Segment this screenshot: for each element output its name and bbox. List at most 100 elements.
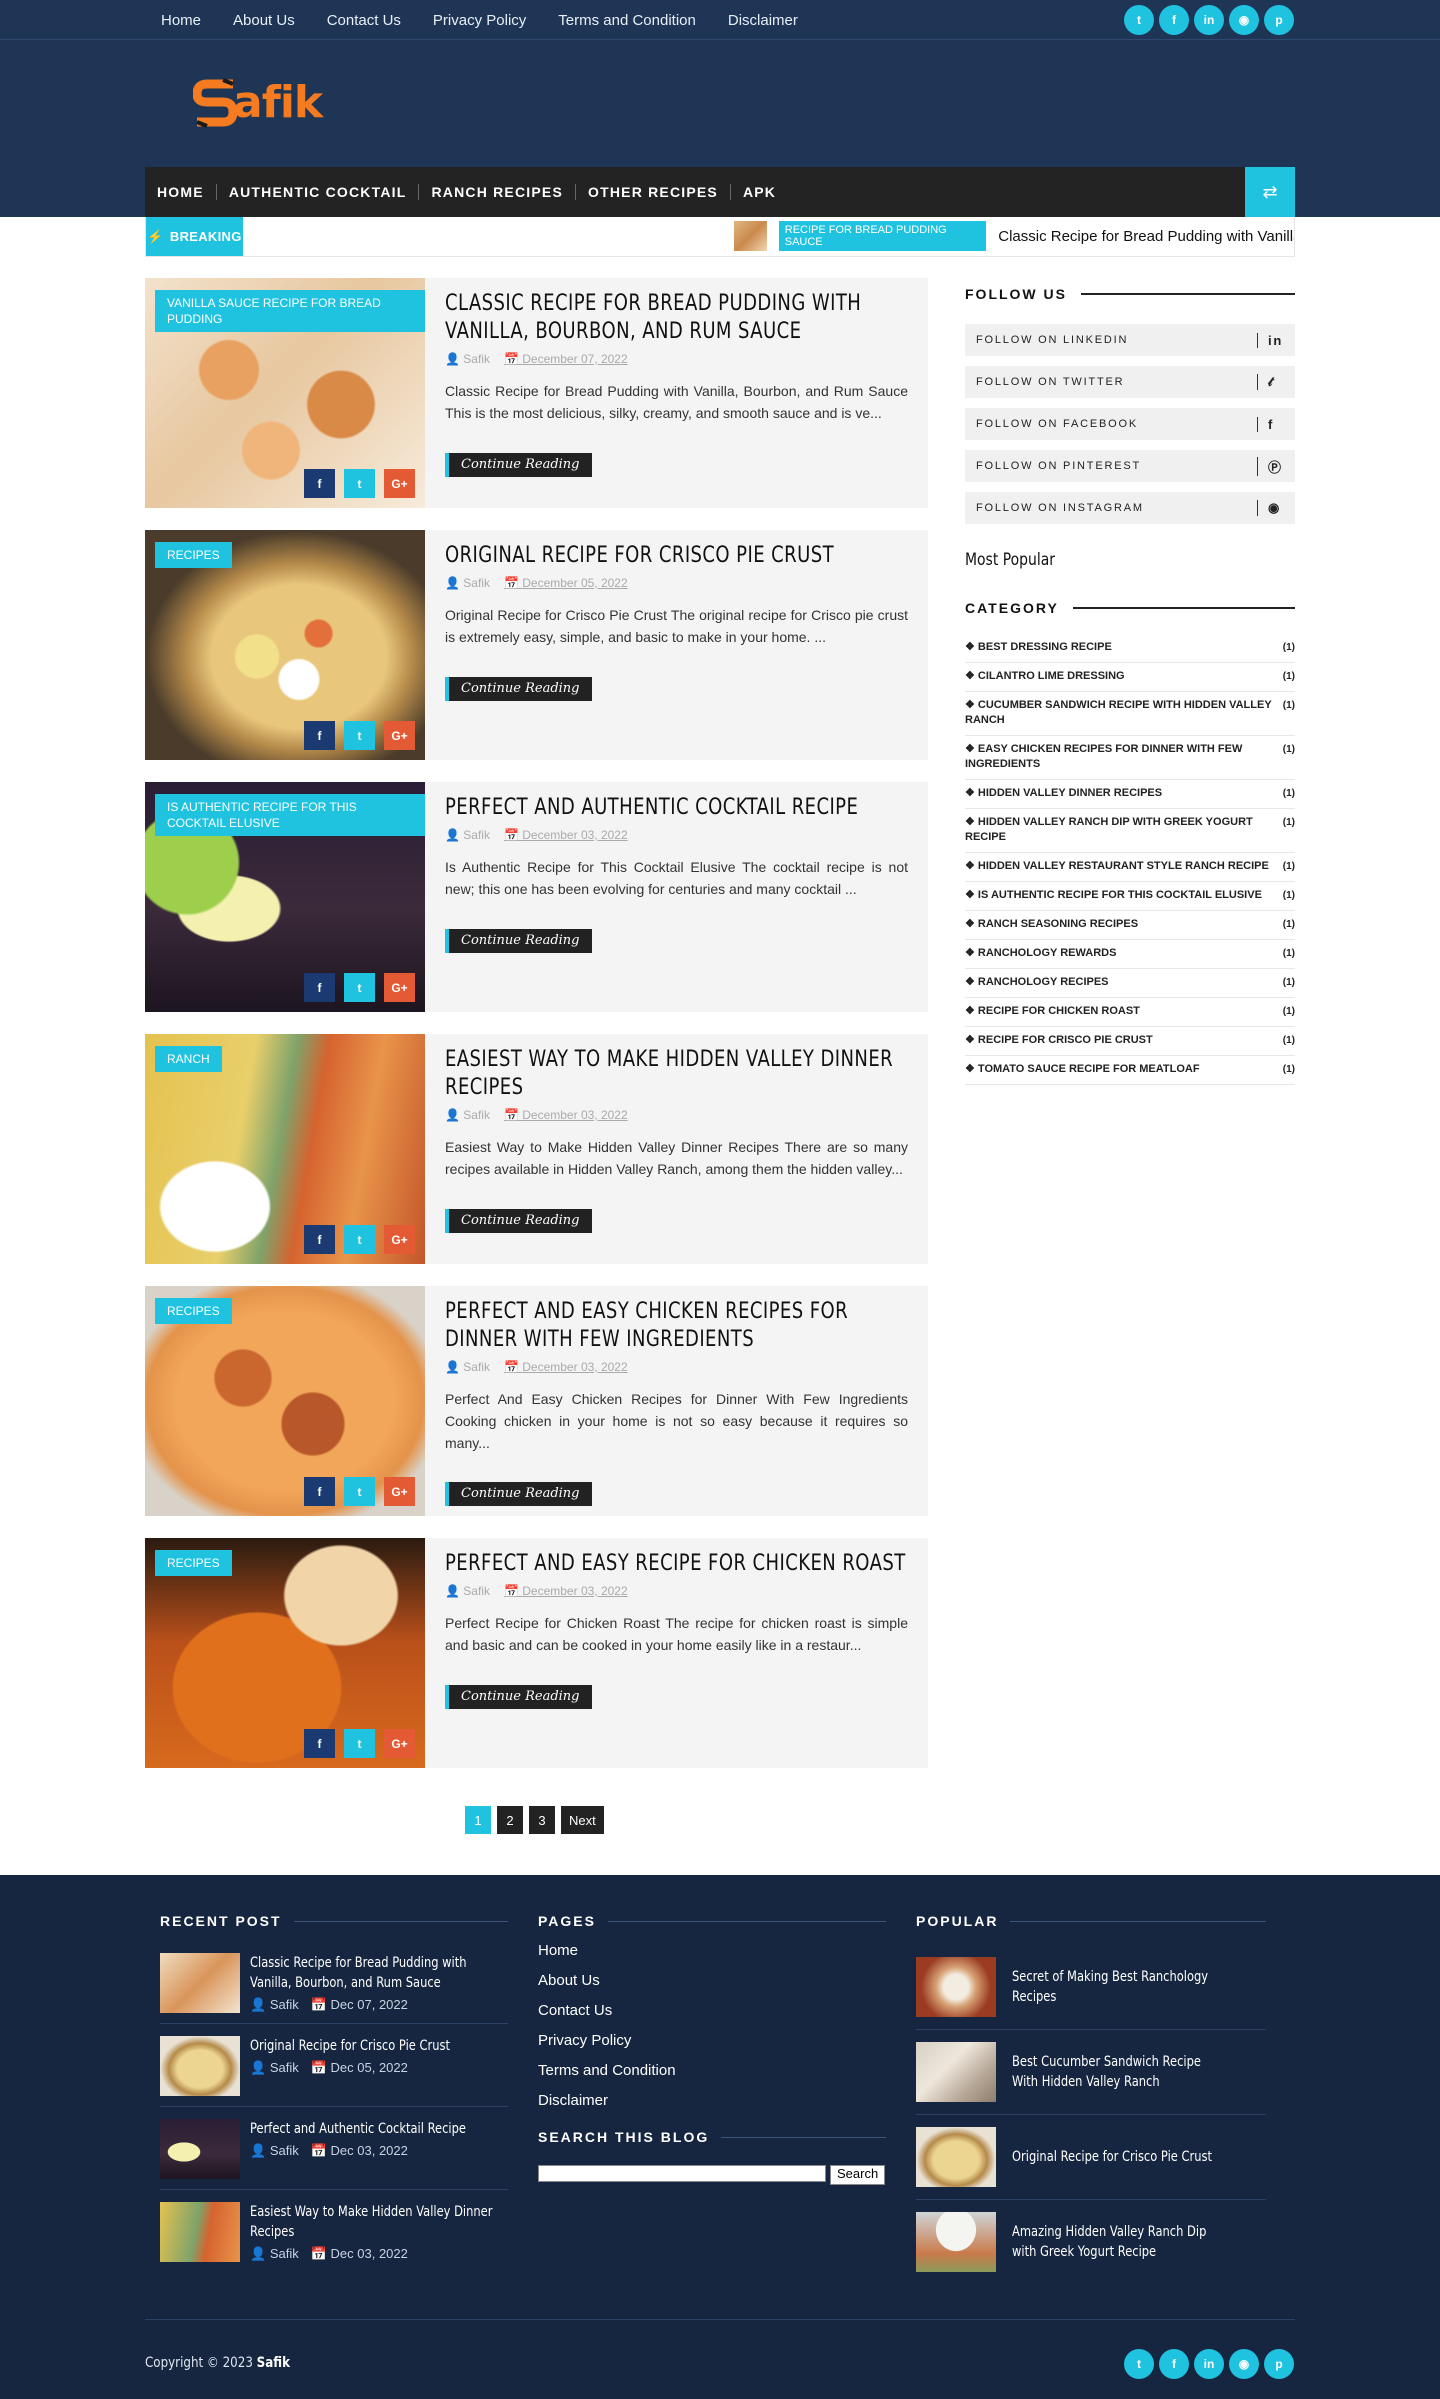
popular-post-title[interactable]: Secret of Making Best Ranchology Recipes xyxy=(1012,1967,1220,2007)
googleplus-share-icon[interactable]: G+ xyxy=(384,1477,415,1506)
footer-link-about[interactable]: About Us xyxy=(538,1972,886,1989)
category-item[interactable]: ❖ RECIPE FOR CRISCO PIE CRUST (1) xyxy=(965,1027,1295,1056)
post-thumbnail[interactable]: RECIPES f t G+ xyxy=(145,1286,425,1516)
page-1-button[interactable]: 1 xyxy=(465,1806,491,1834)
googleplus-share-icon[interactable]: G+ xyxy=(384,721,415,750)
googleplus-share-icon[interactable]: G+ xyxy=(384,1729,415,1758)
recent-post-thumbnail[interactable] xyxy=(160,1953,240,2013)
footer-link-terms[interactable]: Terms and Condition xyxy=(538,2062,886,2079)
facebook-share-icon[interactable]: f xyxy=(304,721,335,750)
facebook-share-icon[interactable]: f xyxy=(304,973,335,1002)
popular-post-title[interactable]: Best Cucumber Sandwich Recipe With Hidde… xyxy=(1012,2052,1220,2092)
recent-post-item[interactable]: Perfect and Authentic Cocktail Recipe 👤 … xyxy=(160,2107,508,2190)
popular-post-title[interactable]: Amazing Hidden Valley Ranch Dip with Gre… xyxy=(1012,2222,1220,2262)
post-title[interactable]: Classic Recipe for Bread Pudding with Va… xyxy=(445,290,908,346)
googleplus-share-icon[interactable]: G+ xyxy=(384,973,415,1002)
footer-link-contact[interactable]: Contact Us xyxy=(538,2002,886,2019)
popular-post-item[interactable]: Amazing Hidden Valley Ranch Dip with Gre… xyxy=(916,2200,1266,2284)
instagram-icon[interactable]: ◉ xyxy=(1229,5,1259,35)
post-date[interactable]: 📅 December 03, 2022 xyxy=(504,1584,628,1598)
category-item[interactable]: ❖ BEST DRESSING RECIPE (1) xyxy=(965,634,1295,663)
twitter-share-icon[interactable]: t xyxy=(344,721,375,750)
top-menu-terms[interactable]: Terms and Condition xyxy=(558,12,696,29)
recent-post-item[interactable]: Classic Recipe for Bread Pudding with Va… xyxy=(160,1941,508,2024)
popular-post-thumbnail[interactable] xyxy=(916,2127,996,2187)
search-button[interactable]: Search xyxy=(830,2165,886,2185)
page-2-button[interactable]: 2 xyxy=(497,1806,523,1834)
recent-post-title-link[interactable]: Perfect and Authentic Cocktail Recipe xyxy=(250,2119,496,2139)
footer-link-disclaimer[interactable]: Disclaimer xyxy=(538,2092,886,2109)
recent-post-title-link[interactable]: Easiest Way to Make Hidden Valley Dinner… xyxy=(250,2202,496,2242)
post-date[interactable]: 📅 December 03, 2022 xyxy=(504,1360,628,1374)
continue-reading-button[interactable]: Continue Reading xyxy=(445,453,592,477)
twitter-icon[interactable]: t xyxy=(1124,2349,1154,2379)
nav-ranch-recipes[interactable]: RANCH RECIPES xyxy=(418,184,575,200)
top-menu-disclaimer[interactable]: Disclaimer xyxy=(728,12,798,29)
category-item[interactable]: ❖ CUCUMBER SANDWICH RECIPE WITH HIDDEN V… xyxy=(965,692,1295,736)
post-category-label[interactable]: RECIPES xyxy=(155,542,232,568)
category-item[interactable]: ❖ CILANTRO LIME DRESSING (1) xyxy=(965,663,1295,692)
follow-instagram[interactable]: FOLLOW ON INSTAGRAM ◉ xyxy=(965,492,1295,524)
post-category-label[interactable]: RECIPES xyxy=(155,1298,232,1324)
googleplus-share-icon[interactable]: G+ xyxy=(384,469,415,498)
continue-reading-button[interactable]: Continue Reading xyxy=(445,929,592,953)
category-item[interactable]: ❖ TOMATO SAUCE RECIPE FOR MEATLOAF (1) xyxy=(965,1056,1295,1085)
ticker-title[interactable]: Classic Recipe for Bread Pudding with Va… xyxy=(998,228,1294,245)
category-item[interactable]: ❖ RECIPE FOR CHICKEN ROAST (1) xyxy=(965,998,1295,1027)
post-title[interactable]: Original Recipe for Crisco Pie Crust xyxy=(445,542,908,570)
follow-pinterest[interactable]: FOLLOW ON PINTEREST Ⓟ xyxy=(965,450,1295,482)
top-menu-about[interactable]: About Us xyxy=(233,12,295,29)
site-logo[interactable]: afik xyxy=(193,74,323,130)
random-post-button[interactable]: ⇄ xyxy=(1245,167,1295,217)
pinterest-icon[interactable]: p xyxy=(1264,5,1294,35)
category-item[interactable]: ❖ EASY CHICKEN RECIPES FOR DINNER WITH F… xyxy=(965,736,1295,780)
post-thumbnail[interactable]: IS AUTHENTIC RECIPE FOR THIS COCKTAIL EL… xyxy=(145,782,425,1012)
ticker-item[interactable]: RECIPE FOR BREAD PUDDING SAUCE Classic R… xyxy=(734,221,1294,251)
footer-link-home[interactable]: Home xyxy=(538,1942,886,1959)
popular-post-thumbnail[interactable] xyxy=(916,1957,996,2017)
twitter-share-icon[interactable]: t xyxy=(344,973,375,1002)
post-category-label[interactable]: RECIPES xyxy=(155,1550,232,1576)
author-name[interactable]: 👤 Safik xyxy=(445,576,490,590)
category-item[interactable]: ❖ RANCHOLOGY RECIPES (1) xyxy=(965,969,1295,998)
category-item[interactable]: ❖ HIDDEN VALLEY DINNER RECIPES (1) xyxy=(965,780,1295,809)
recent-post-item[interactable]: Original Recipe for Crisco Pie Crust 👤 S… xyxy=(160,2024,508,2107)
next-page-button[interactable]: Next xyxy=(561,1806,604,1834)
facebook-share-icon[interactable]: f xyxy=(304,1477,335,1506)
post-category-label[interactable]: VANILLA SAUCE RECIPE FOR BREAD PUDDING xyxy=(155,290,425,332)
twitter-share-icon[interactable]: t xyxy=(344,1225,375,1254)
follow-linkedin[interactable]: FOLLOW ON LINKEDIN in xyxy=(965,324,1295,356)
continue-reading-button[interactable]: Continue Reading xyxy=(445,1685,592,1709)
page-3-button[interactable]: 3 xyxy=(529,1806,555,1834)
linkedin-icon[interactable]: in xyxy=(1194,5,1224,35)
popular-post-item[interactable]: Original Recipe for Crisco Pie Crust xyxy=(916,2115,1266,2200)
facebook-share-icon[interactable]: f xyxy=(304,469,335,498)
post-date[interactable]: 📅 December 03, 2022 xyxy=(504,1108,628,1122)
facebook-share-icon[interactable]: f xyxy=(304,1225,335,1254)
author-name[interactable]: 👤 Safik xyxy=(445,828,490,842)
nav-authentic-cocktail[interactable]: AUTHENTIC COCKTAIL xyxy=(215,184,419,200)
recent-post-title-link[interactable]: Original Recipe for Crisco Pie Crust xyxy=(250,2036,496,2056)
footer-link-privacy[interactable]: Privacy Policy xyxy=(538,2032,886,2049)
post-date[interactable]: 📅 December 03, 2022 xyxy=(504,828,628,842)
continue-reading-button[interactable]: Continue Reading xyxy=(445,1482,592,1506)
pinterest-icon[interactable]: p xyxy=(1264,2349,1294,2379)
popular-post-thumbnail[interactable] xyxy=(916,2042,996,2102)
top-menu-privacy[interactable]: Privacy Policy xyxy=(433,12,526,29)
instagram-icon[interactable]: ◉ xyxy=(1229,2349,1259,2379)
recent-post-item[interactable]: Easiest Way to Make Hidden Valley Dinner… xyxy=(160,2190,508,2272)
popular-post-item[interactable]: Best Cucumber Sandwich Recipe With Hidde… xyxy=(916,2030,1266,2115)
twitter-share-icon[interactable]: t xyxy=(344,469,375,498)
category-item[interactable]: ❖ IS AUTHENTIC RECIPE FOR THIS COCKTAIL … xyxy=(965,882,1295,911)
recent-post-thumbnail[interactable] xyxy=(160,2036,240,2096)
follow-facebook[interactable]: FOLLOW ON FACEBOOK f xyxy=(965,408,1295,440)
top-menu-home[interactable]: Home xyxy=(161,12,201,29)
post-title[interactable]: Perfect and Authentic Cocktail Recipe xyxy=(445,794,908,822)
facebook-icon[interactable]: f xyxy=(1159,5,1189,35)
category-item[interactable]: ❖ RANCHOLOGY REWARDS (1) xyxy=(965,940,1295,969)
popular-post-item[interactable]: Secret of Making Best Ranchology Recipes xyxy=(916,1957,1266,2030)
copyright-site-link[interactable]: Safik xyxy=(257,2355,290,2371)
post-thumbnail[interactable]: RECIPES f t G+ xyxy=(145,1538,425,1768)
continue-reading-button[interactable]: Continue Reading xyxy=(445,677,592,701)
post-date[interactable]: 📅 December 05, 2022 xyxy=(504,576,628,590)
